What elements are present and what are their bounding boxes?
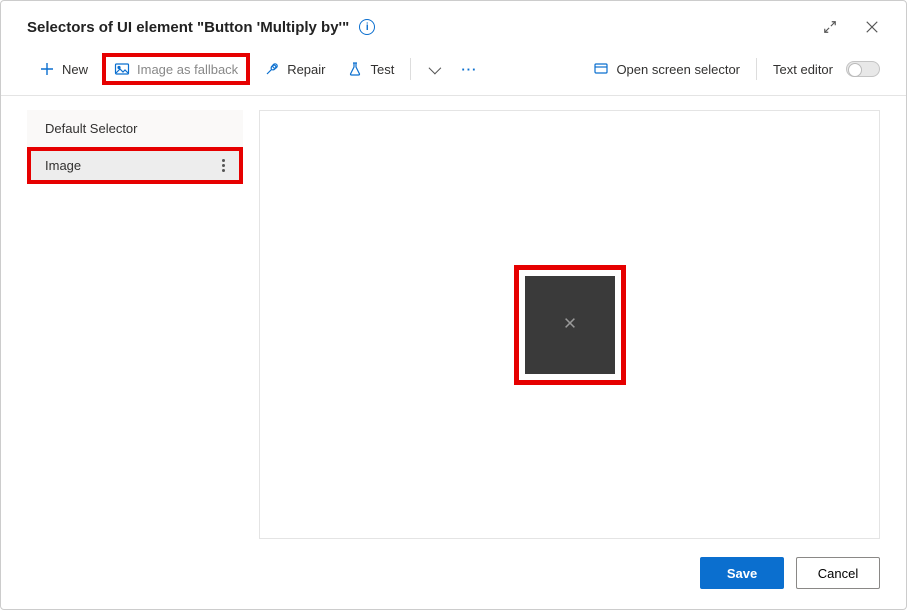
- repair-label: Repair: [287, 62, 325, 77]
- toolbar: New Image as fallback Repair Test: [1, 49, 906, 96]
- divider: [756, 58, 757, 80]
- kebab-icon[interactable]: [222, 159, 225, 172]
- test-label: Test: [370, 62, 394, 77]
- dialog-header: Selectors of UI element "Button 'Multipl…: [1, 1, 906, 49]
- save-button[interactable]: Save: [700, 557, 784, 589]
- repair-button[interactable]: Repair: [256, 57, 333, 81]
- test-button[interactable]: Test: [339, 57, 402, 81]
- dialog-body: Default Selector Image: [1, 96, 906, 545]
- multiply-icon: [563, 316, 577, 333]
- info-icon[interactable]: i: [359, 19, 375, 35]
- preview-panel: [259, 110, 880, 539]
- screen-icon: [593, 61, 609, 77]
- open-screen-selector-label: Open screen selector: [616, 62, 740, 77]
- selector-item-image[interactable]: Image: [27, 147, 243, 184]
- selector-list: Default Selector Image: [27, 110, 243, 539]
- preview-highlight: [514, 265, 626, 385]
- cancel-button[interactable]: Cancel: [796, 557, 880, 589]
- new-button[interactable]: New: [31, 57, 96, 81]
- close-icon[interactable]: [856, 11, 888, 43]
- text-editor-label: Text editor: [773, 62, 833, 77]
- text-editor-toggle[interactable]: Text editor: [765, 57, 888, 81]
- flask-icon: [347, 61, 363, 77]
- chevron-down-icon[interactable]: [419, 65, 447, 74]
- dialog-footer: Save Cancel: [1, 545, 906, 609]
- plus-icon: [39, 61, 55, 77]
- overflow-menu-button[interactable]: ···: [453, 58, 485, 81]
- image-icon: [114, 61, 130, 77]
- dialog-title: Selectors of UI element "Button 'Multipl…: [27, 19, 349, 36]
- toggle-switch[interactable]: [846, 61, 880, 77]
- image-fallback-button[interactable]: Image as fallback: [102, 53, 250, 85]
- divider: [410, 58, 411, 80]
- image-fallback-label: Image as fallback: [137, 62, 238, 77]
- expand-icon[interactable]: [814, 11, 846, 43]
- wrench-icon: [264, 61, 280, 77]
- selector-item-label: Default Selector: [45, 121, 138, 136]
- new-label: New: [62, 62, 88, 77]
- preview-image: [525, 276, 615, 374]
- open-screen-selector-button[interactable]: Open screen selector: [585, 57, 748, 81]
- selector-item-label: Image: [45, 158, 81, 173]
- selector-item-default[interactable]: Default Selector: [27, 110, 243, 147]
